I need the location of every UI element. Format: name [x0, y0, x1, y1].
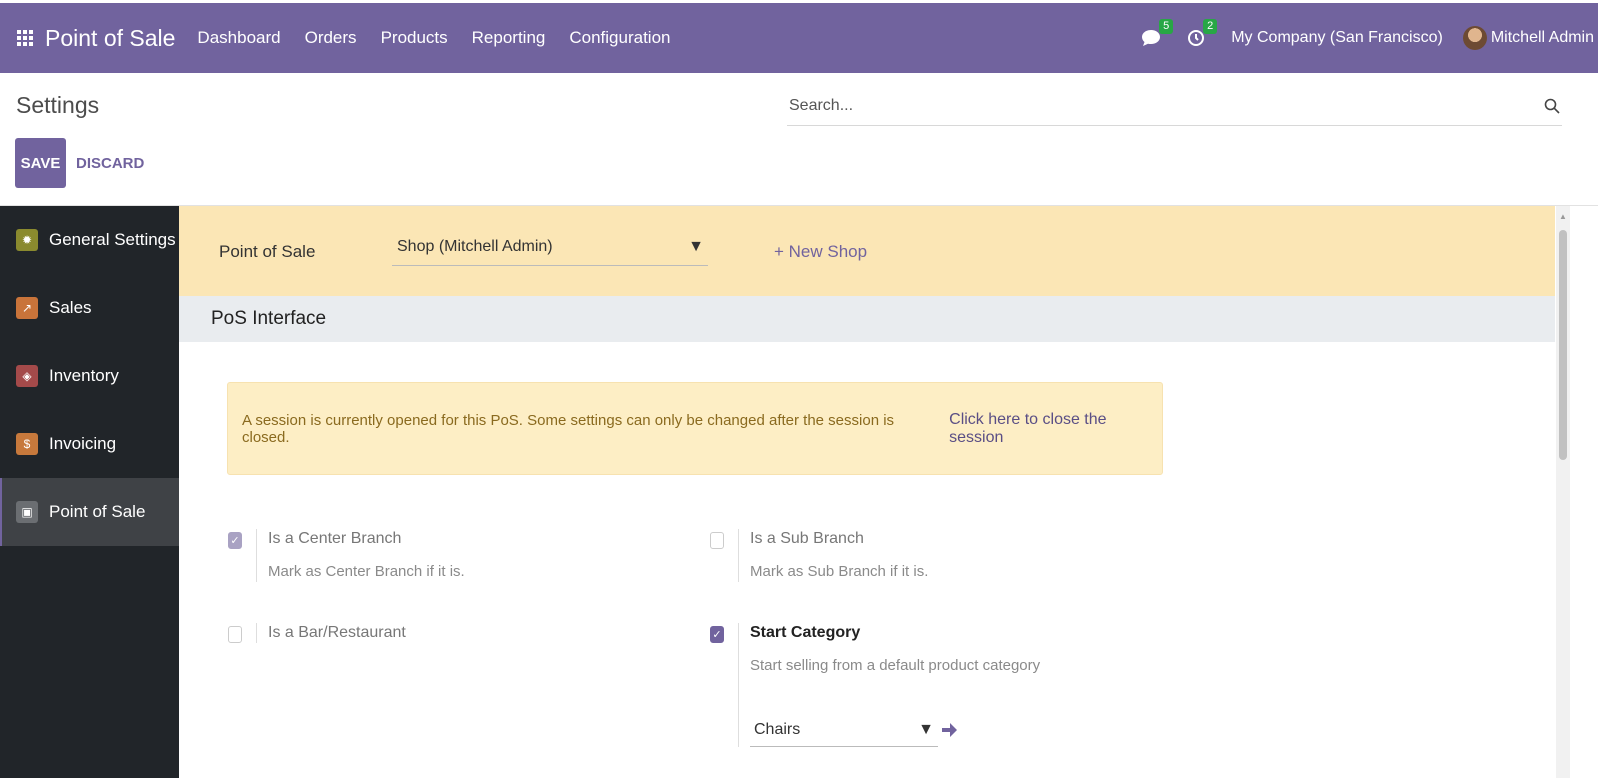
activities-button[interactable]: 2: [1187, 19, 1218, 49]
setting-bar-restaurant: Is a Bar/Restaurant: [228, 623, 406, 643]
scroll-up-icon[interactable]: ▲: [1559, 212, 1567, 221]
sidebar-item-label: Point of Sale: [49, 502, 146, 521]
sidebar-item-invoicing[interactable]: $ Invoicing: [0, 410, 179, 478]
save-button[interactable]: SAVE: [15, 138, 66, 188]
shop-select[interactable]: Shop (Mitchell Admin) ▼: [392, 228, 708, 266]
user-menu[interactable]: Mitchell Admin: [1491, 29, 1594, 47]
menu-reporting[interactable]: Reporting: [472, 28, 546, 48]
session-alert: A session is currently opened for this P…: [227, 382, 1163, 475]
section-title: PoS Interface: [179, 296, 1555, 342]
company-switcher[interactable]: My Company (San Francisco): [1231, 29, 1443, 47]
caret-down-icon: ▼: [918, 720, 934, 738]
sidebar-item-sales[interactable]: ↗ Sales: [0, 274, 179, 342]
center-branch-checkbox[interactable]: ✓: [228, 532, 242, 549]
sidebar-item-label: Sales: [49, 298, 92, 317]
messages-button[interactable]: 5: [1141, 19, 1174, 49]
setting-body: Start Category Start selling from a defa…: [738, 623, 1040, 747]
scrollbar-thumb[interactable]: [1559, 230, 1567, 460]
setting-center-branch: ✓ Is a Center Branch Mark as Center Bran…: [228, 529, 465, 582]
sidebar-item-point-of-sale[interactable]: ▣ Point of Sale: [0, 478, 179, 546]
messages-count-badge: 5: [1159, 19, 1174, 34]
arrow-right-icon[interactable]: [940, 721, 958, 739]
invoice-icon: $: [16, 433, 38, 455]
start-category-checkbox[interactable]: ✓: [710, 626, 724, 643]
category-row: Chairs ▼: [750, 713, 1040, 747]
setting-description: Mark as Sub Branch if it is.: [750, 563, 929, 580]
category-select-value: Chairs: [754, 720, 801, 738]
setting-body: Is a Bar/Restaurant: [256, 623, 406, 643]
menu-configuration[interactable]: Configuration: [569, 28, 670, 48]
top-navbar: Point of Sale Dashboard Orders Products …: [0, 3, 1598, 73]
caret-down-icon: ▼: [688, 237, 704, 255]
app-name[interactable]: Point of Sale: [45, 25, 175, 52]
category-select[interactable]: Chairs ▼: [750, 713, 938, 747]
setting-body: Is a Center Branch Mark as Center Branch…: [256, 529, 465, 582]
setting-title: Is a Center Branch: [268, 530, 402, 547]
shop-select-value: Shop (Mitchell Admin): [397, 237, 553, 255]
shop-selector-bar: Point of Sale Shop (Mitchell Admin) ▼ + …: [179, 206, 1555, 296]
sidebar-item-label: Invoicing: [49, 434, 117, 453]
setting-sub-branch: Is a Sub Branch Mark as Sub Branch if it…: [710, 529, 928, 582]
store-icon: ▣: [16, 501, 38, 523]
setting-title: Is a Bar/Restaurant: [268, 624, 406, 641]
search-icon[interactable]: [1544, 98, 1560, 114]
setting-description: Mark as Center Branch if it is.: [268, 563, 465, 580]
activities-count-badge: 2: [1203, 19, 1218, 34]
discard-button[interactable]: DISCARD: [76, 155, 144, 172]
sidebar-item-label: General Settings: [49, 230, 176, 249]
sidebar-item-label: Inventory: [49, 366, 119, 385]
settings-content: Point of Sale Shop (Mitchell Admin) ▼ + …: [179, 206, 1555, 778]
setting-title: Is a Sub Branch: [750, 530, 864, 547]
search-input[interactable]: [789, 97, 1544, 115]
shop-label: Point of Sale: [219, 242, 316, 261]
search-bar[interactable]: [787, 86, 1562, 126]
menu-orders[interactable]: Orders: [305, 28, 357, 48]
setting-description: Start selling from a default product cat…: [750, 657, 1041, 674]
bar-restaurant-checkbox[interactable]: [228, 626, 242, 643]
sidebar-item-general-settings[interactable]: ✹ General Settings: [0, 206, 179, 274]
setting-body: Is a Sub Branch Mark as Sub Branch if it…: [738, 529, 928, 582]
alert-message: A session is currently opened for this P…: [242, 411, 895, 446]
close-session-link[interactable]: Click here to close the session: [949, 411, 1162, 447]
setting-title: Start Category: [750, 624, 861, 641]
gear-icon: ✹: [16, 229, 38, 251]
settings-sidebar: ✹ General Settings ↗ Sales ◈ Inventory $…: [0, 206, 179, 778]
sidebar-item-inventory[interactable]: ◈ Inventory: [0, 342, 179, 410]
chart-icon: ↗: [16, 297, 38, 319]
vertical-scrollbar[interactable]: ▲: [1556, 206, 1570, 778]
setting-start-category: ✓ Start Category Start selling from a de…: [710, 623, 1040, 747]
new-shop-button[interactable]: + New Shop: [774, 242, 867, 262]
menu-products[interactable]: Products: [381, 28, 448, 48]
page-title: Settings: [16, 92, 100, 118]
menu-dashboard[interactable]: Dashboard: [197, 28, 280, 48]
user-avatar[interactable]: [1462, 26, 1487, 50]
apps-menu-icon[interactable]: [17, 30, 33, 46]
box-icon: ◈: [16, 365, 38, 387]
sub-branch-checkbox[interactable]: [710, 532, 724, 549]
